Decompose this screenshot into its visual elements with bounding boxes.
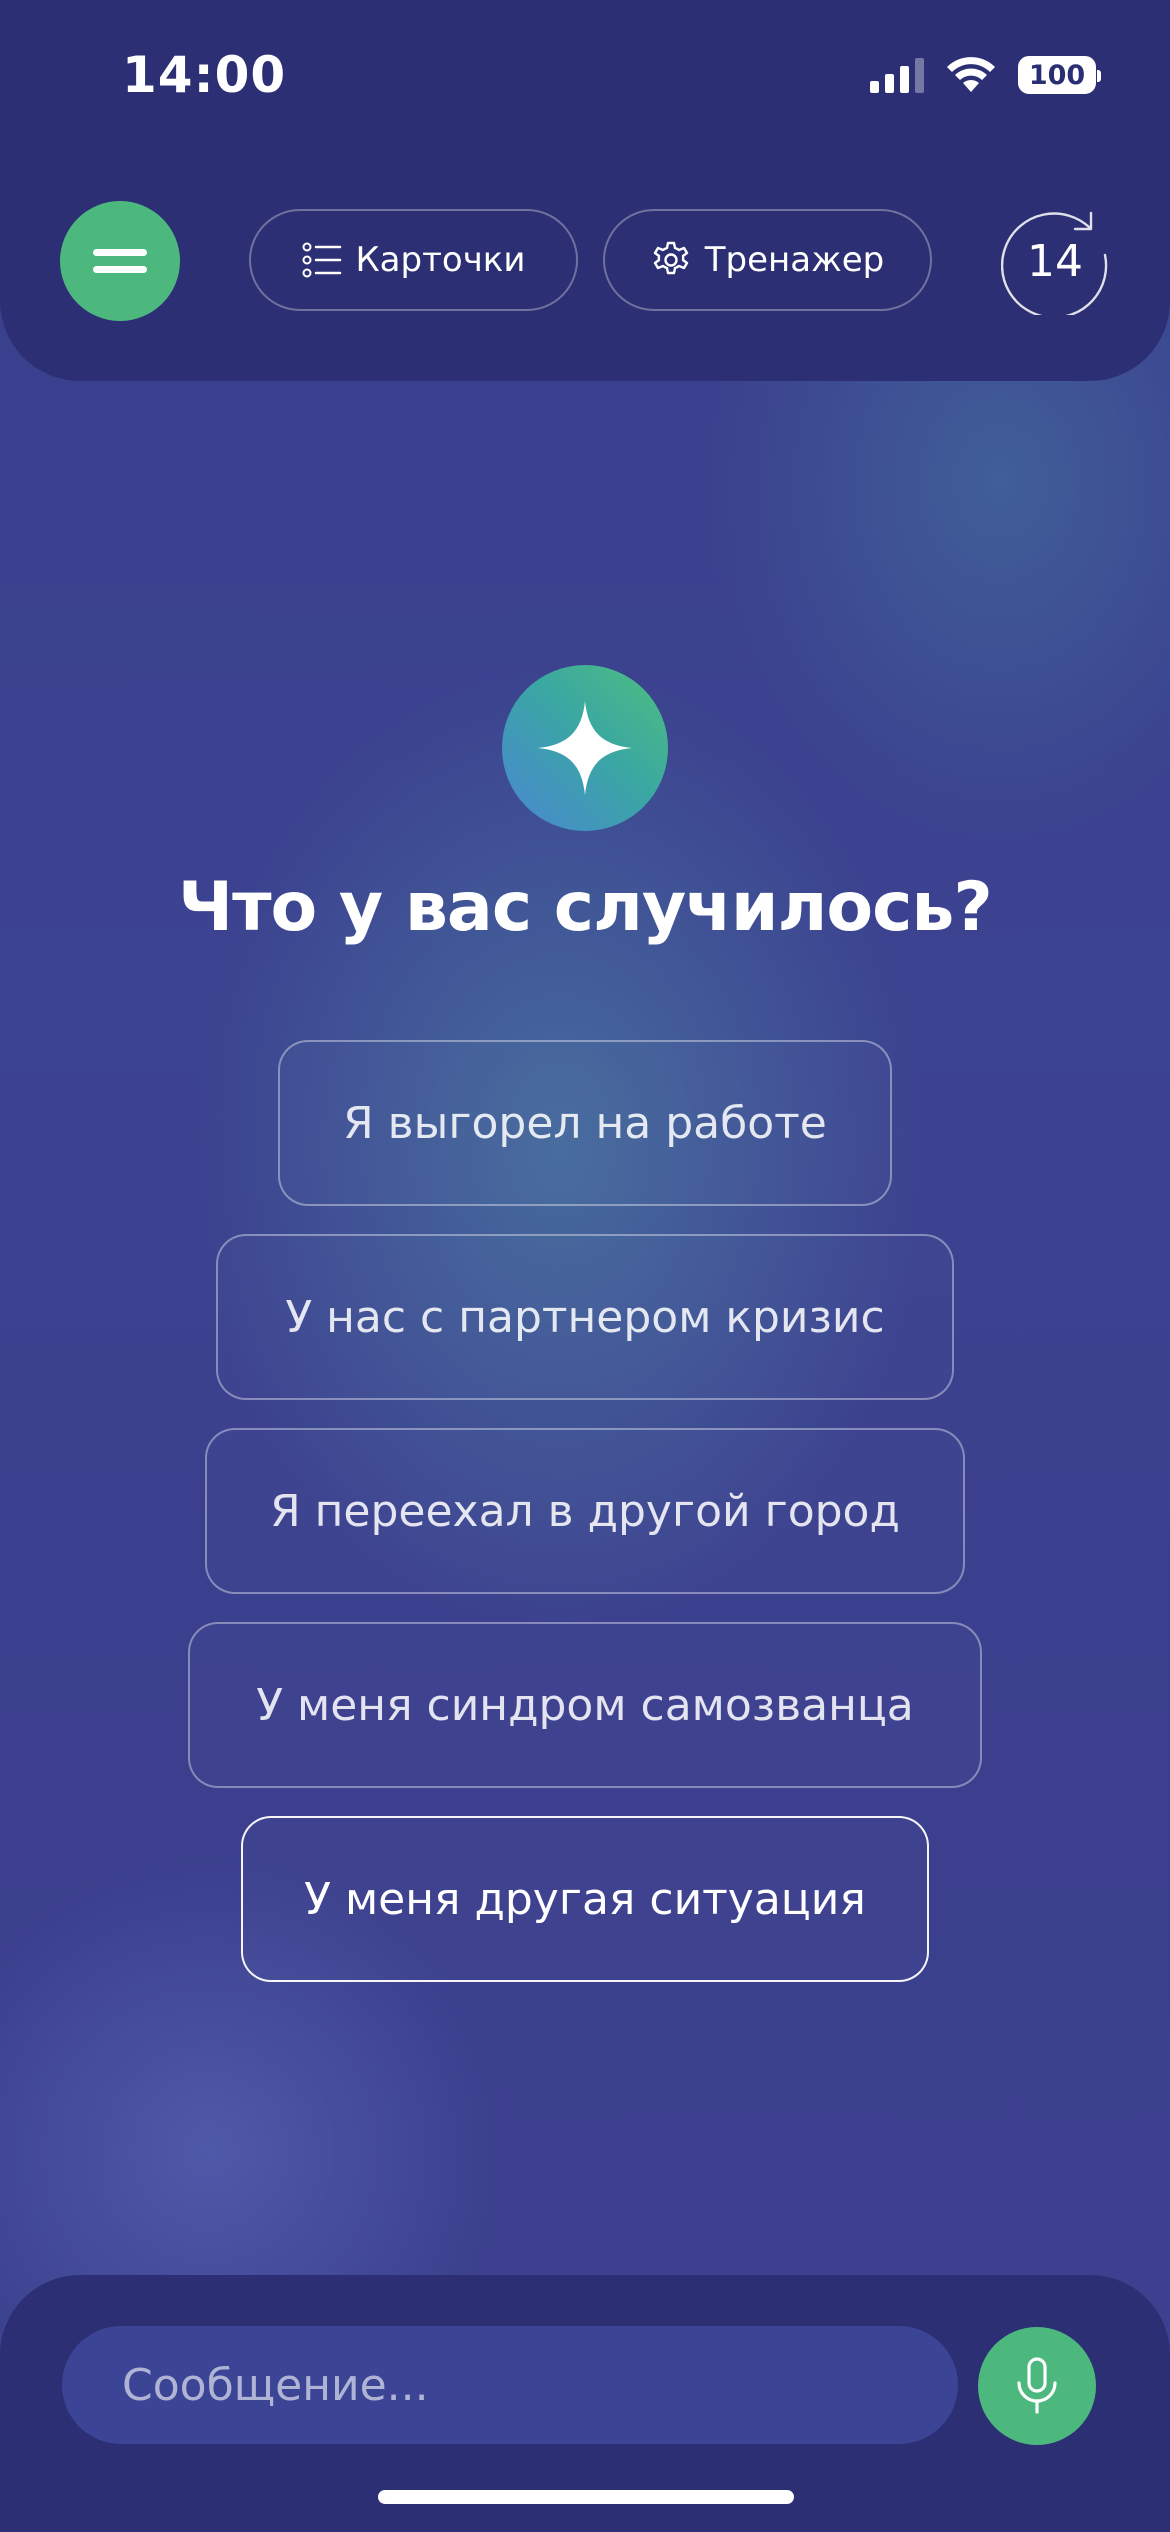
wifi-icon [947, 57, 995, 92]
status-bar: 14:00 100 [0, 0, 1170, 150]
battery-icon: 100 [1018, 56, 1101, 94]
cards-button[interactable]: Карточки [249, 209, 578, 311]
option-other-situation[interactable]: У меня другая ситуация [241, 1816, 929, 1982]
option-label: У меня другая ситуация [304, 1873, 866, 1925]
day-counter-button[interactable]: 14 [1001, 207, 1109, 315]
status-icons: 100 [870, 56, 1101, 94]
gear-icon [653, 241, 688, 275]
option-label: У меня синдром самозванца [256, 1679, 914, 1731]
menu-button[interactable] [60, 201, 180, 321]
cards-label: Карточки [355, 240, 526, 280]
status-time: 14:00 [122, 46, 287, 104]
menu-icon [93, 249, 147, 256]
option-label: Я выгорел на работе [343, 1097, 827, 1149]
signal-icon [870, 57, 924, 93]
counter-value: 14 [1027, 235, 1083, 287]
trainer-button[interactable]: Тренажер [603, 209, 932, 311]
microphone-button[interactable] [978, 2327, 1096, 2445]
option-partner-crisis[interactable]: У нас с партнером кризис [216, 1234, 954, 1400]
option-relocation[interactable]: Я переехал в другой город [205, 1428, 965, 1594]
option-impostor-syndrome[interactable]: У меня синдром самозванца [188, 1622, 982, 1788]
option-label: У нас с партнером кризис [285, 1291, 885, 1343]
home-indicator[interactable] [378, 2490, 794, 2504]
option-burnout[interactable]: Я выгорел на работе [278, 1040, 892, 1206]
battery-level: 100 [1028, 59, 1086, 91]
page-title: Что у вас случилось? [178, 868, 993, 947]
message-input[interactable] [62, 2326, 958, 2444]
list-icon [302, 242, 341, 278]
option-label: Я переехал в другой город [270, 1485, 900, 1537]
sparkle-icon [538, 701, 632, 795]
trainer-label: Тренажер [704, 240, 885, 280]
microphone-icon [1017, 2357, 1057, 2414]
assistant-badge [502, 665, 668, 831]
